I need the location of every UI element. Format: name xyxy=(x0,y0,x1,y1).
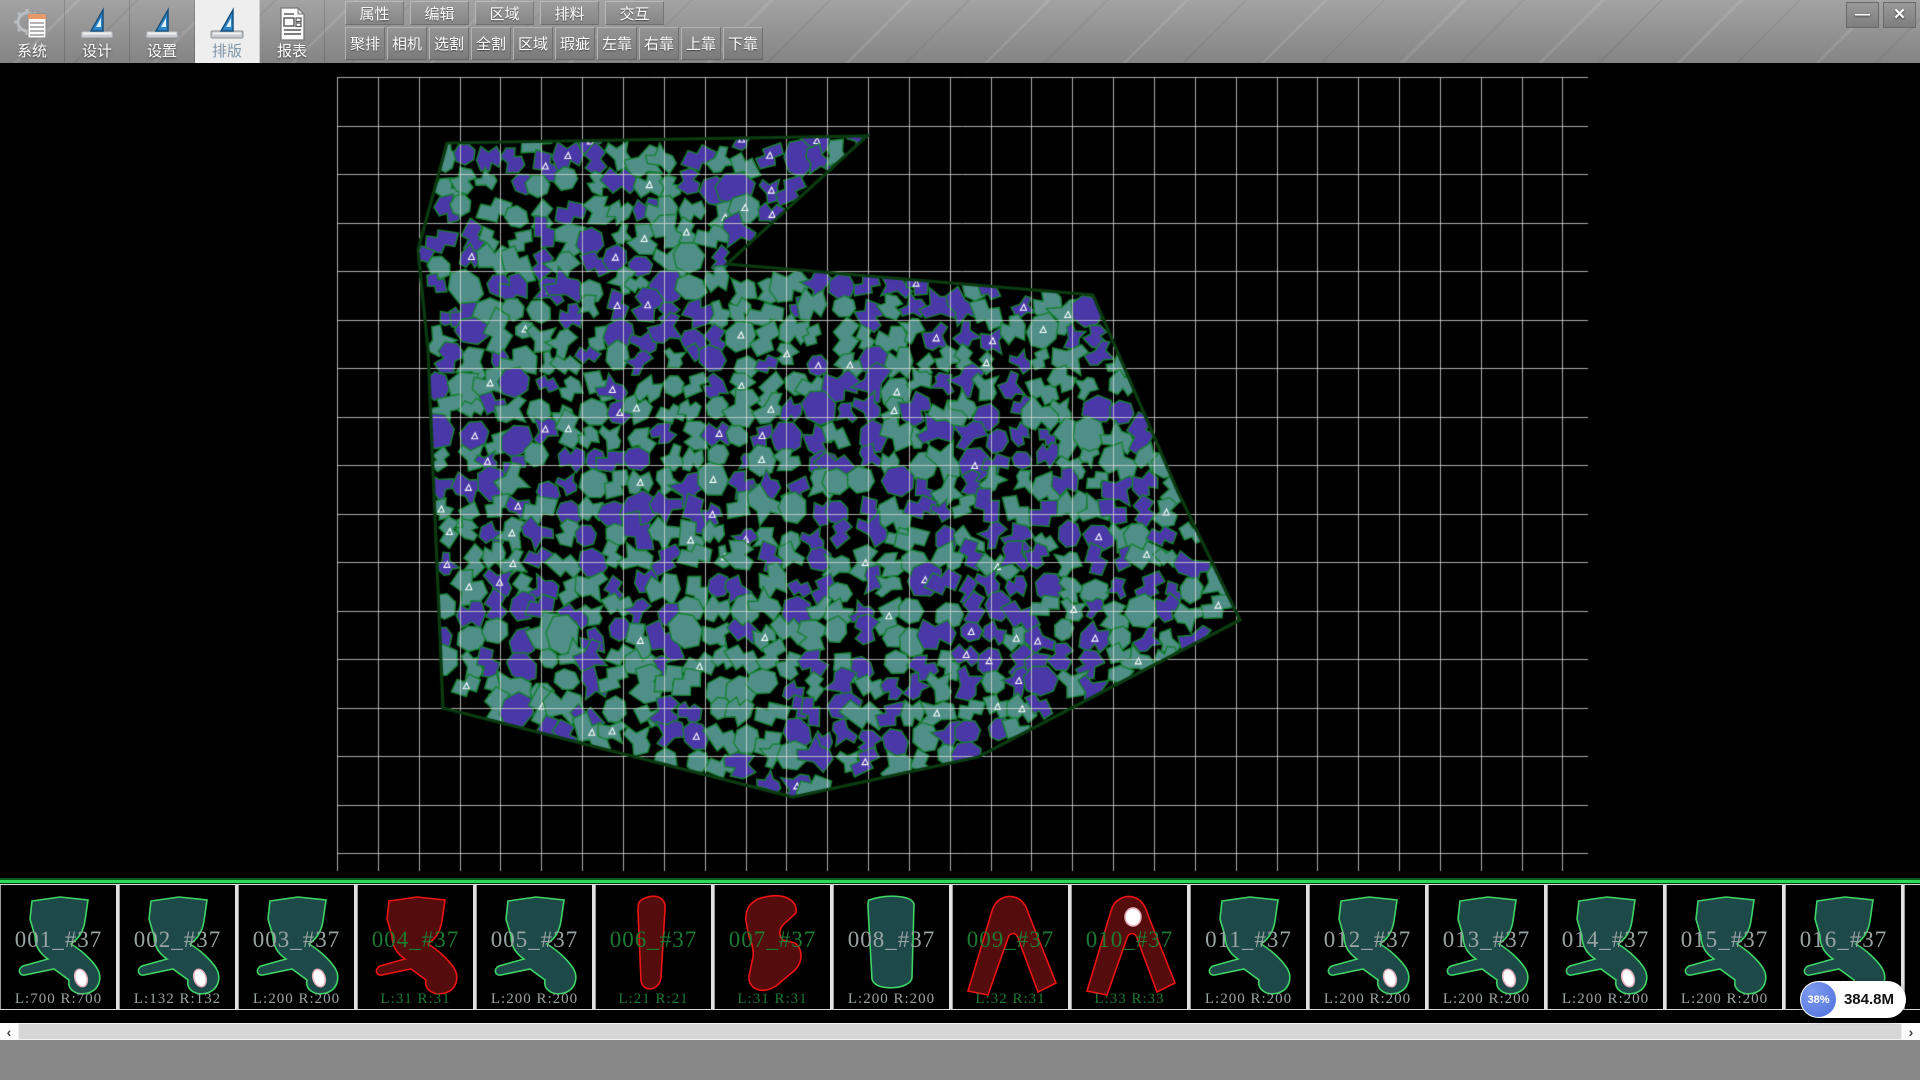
nav-tab-label: 报表 xyxy=(277,43,307,61)
piece-shape-svg xyxy=(1,885,120,1009)
piece-shape-svg xyxy=(1310,885,1429,1009)
scroll-right-button[interactable]: › xyxy=(1902,1023,1920,1040)
main-nav-tabs: 系统 设计 设置 排版 报表 xyxy=(0,0,325,63)
tool-button-2[interactable]: 相机 xyxy=(387,27,427,60)
toolbar-header: 系统 设计 设置 排版 报表 属性编辑区域排料交互 xyxy=(0,0,1920,63)
menu-button-5[interactable]: 交互 xyxy=(605,1,664,25)
piece-shape-svg xyxy=(239,885,358,1009)
menu-row: 属性编辑区域排料交互 xyxy=(345,1,664,26)
piece-thumbnail-006_#37[interactable]: 006_#37 L:21 R:21 xyxy=(595,885,714,1009)
piece-thumbnail-012_#37[interactable]: 012_#37 L:200 R:200 xyxy=(1309,885,1428,1009)
piece-thumbnail-005_#37[interactable]: 005_#37 L:200 R:200 xyxy=(476,885,595,1009)
piece-shape-outline xyxy=(1804,897,1884,994)
memory-usage-badge[interactable]: 38% 384.8M xyxy=(1800,981,1906,1018)
piece-shape-outline xyxy=(376,897,456,994)
status-bar xyxy=(0,1040,1920,1080)
tool-row: 聚排相机选割全割区域瑕疵左靠右靠上靠下靠 xyxy=(345,27,763,61)
piece-shape-svg xyxy=(1548,885,1667,1009)
percent-indicator: 38% xyxy=(1801,982,1836,1017)
piece-shape-svg xyxy=(834,885,953,1009)
piece-shape-svg xyxy=(358,885,477,1009)
nav-tab-label: 设置 xyxy=(147,43,177,61)
piece-thumbnail-013_#37[interactable]: 013_#37 L:200 R:200 xyxy=(1428,885,1547,1009)
menu-button-2[interactable]: 编辑 xyxy=(410,1,469,25)
piece-shape-svg xyxy=(1667,885,1786,1009)
piece-thumbnail-003_#37[interactable]: 003_#37 L:200 R:200 xyxy=(238,885,357,1009)
nav-tab-5[interactable]: 报表 xyxy=(260,0,325,63)
piece-thumbnail-010_#37[interactable]: 010_#37 L:33 R:33 xyxy=(1071,885,1190,1009)
piece-shape-outline xyxy=(638,896,665,989)
nav-tab-1[interactable]: 系统 xyxy=(0,0,65,63)
close-button[interactable]: ✕ xyxy=(1883,2,1916,28)
piece-thumbnail-011_#37[interactable]: 011_#37 L:200 R:200 xyxy=(1190,885,1309,1009)
tool-button-7[interactable]: 左靠 xyxy=(597,27,637,60)
piece-thumbnail-002_#37[interactable]: 002_#37 L:132 R:132 xyxy=(119,885,238,1009)
tool-button-1[interactable]: 聚排 xyxy=(345,27,385,60)
piece-shape-svg xyxy=(715,885,834,1009)
tool-button-6[interactable]: 瑕疵 xyxy=(555,27,595,60)
piece-hole xyxy=(1125,908,1141,926)
gear-doc-icon xyxy=(12,6,52,42)
set-square-icon xyxy=(207,6,247,42)
menu-button-4[interactable]: 排料 xyxy=(540,1,599,25)
piece-thumbnail-014_#37[interactable]: 014_#37 L:200 R:200 xyxy=(1547,885,1666,1009)
memory-value: 384.8M xyxy=(1836,991,1906,1008)
menu-button-3[interactable]: 区域 xyxy=(475,1,534,25)
piece-thumbnail-008_#37[interactable]: 008_#37 L:200 R:200 xyxy=(833,885,952,1009)
piece-shape-svg xyxy=(596,885,715,1009)
piece-shape-svg xyxy=(1072,885,1191,1009)
nav-tab-2[interactable]: 设计 xyxy=(65,0,130,63)
tool-button-3[interactable]: 选割 xyxy=(429,27,469,60)
piece-shape-outline xyxy=(1685,897,1765,994)
app-window: 系统 设计 设置 排版 报表 属性编辑区域排料交互 xyxy=(0,0,1920,1080)
nesting-canvas-area[interactable] xyxy=(0,63,1920,878)
horizontal-scrollbar[interactable]: ‹ › xyxy=(0,1023,1920,1040)
piece-shape-svg xyxy=(477,885,596,1009)
menu-button-1[interactable]: 属性 xyxy=(345,1,404,25)
scrollbar-thumb[interactable] xyxy=(19,1024,1901,1039)
piece-shape-svg xyxy=(1429,885,1548,1009)
piece-shape-outline xyxy=(1209,897,1289,994)
set-square-icon xyxy=(77,6,117,42)
nav-tab-label: 系统 xyxy=(17,43,47,61)
piece-thumbnail-007_#37[interactable]: 007_#37 L:31 R:31 xyxy=(714,885,833,1009)
piece-shape-svg xyxy=(953,885,1072,1009)
piece-shape-svg xyxy=(1905,885,1920,1009)
minimize-button[interactable]: — xyxy=(1846,2,1879,28)
piece-thumbnail-009_#37[interactable]: 009_#37 L:32 R:31 xyxy=(952,885,1071,1009)
nesting-canvas[interactable] xyxy=(0,63,1920,878)
piece-shape-svg xyxy=(120,885,239,1009)
piece-shape-svg xyxy=(1191,885,1310,1009)
minimize-icon: — xyxy=(1855,6,1870,23)
piece-thumbnail-partial[interactable] xyxy=(1904,885,1920,1009)
nav-tab-3[interactable]: 设置 xyxy=(130,0,195,63)
piece-cells: 001_#37 L:700 R:700 002_#37 L:132 R:132 … xyxy=(0,884,1920,1011)
piece-shape-outline xyxy=(495,897,575,994)
tool-button-4[interactable]: 全割 xyxy=(471,27,511,60)
nav-tab-label: 排版 xyxy=(212,43,242,61)
nav-tab-label: 设计 xyxy=(82,43,112,61)
piece-shape-outline xyxy=(746,896,801,990)
strip-bottom-gap xyxy=(0,1010,1920,1023)
scroll-left-button[interactable]: ‹ xyxy=(0,1023,18,1040)
set-square-icon xyxy=(142,6,182,42)
piece-thumbnail-001_#37[interactable]: 001_#37 L:700 R:700 xyxy=(0,885,119,1009)
close-icon: ✕ xyxy=(1893,5,1906,23)
window-controls: — ✕ xyxy=(1846,2,1916,28)
report-doc-icon xyxy=(272,6,312,42)
piece-thumbnail-015_#37[interactable]: 015_#37 L:200 R:200 xyxy=(1666,885,1785,1009)
nav-tab-4[interactable]: 排版 xyxy=(195,0,260,63)
tool-button-5[interactable]: 区域 xyxy=(513,27,553,60)
piece-shape-outline xyxy=(868,896,914,988)
tool-button-9[interactable]: 上靠 xyxy=(681,27,721,60)
tool-button-10[interactable]: 下靠 xyxy=(723,27,763,60)
piece-thumbnail-strip: 001_#37 L:700 R:700 002_#37 L:132 R:132 … xyxy=(0,878,1920,1010)
piece-thumbnail-004_#37[interactable]: 004_#37 L:31 R:31 xyxy=(357,885,476,1009)
tool-button-8[interactable]: 右靠 xyxy=(639,27,679,60)
piece-shape-outline xyxy=(968,897,1056,995)
